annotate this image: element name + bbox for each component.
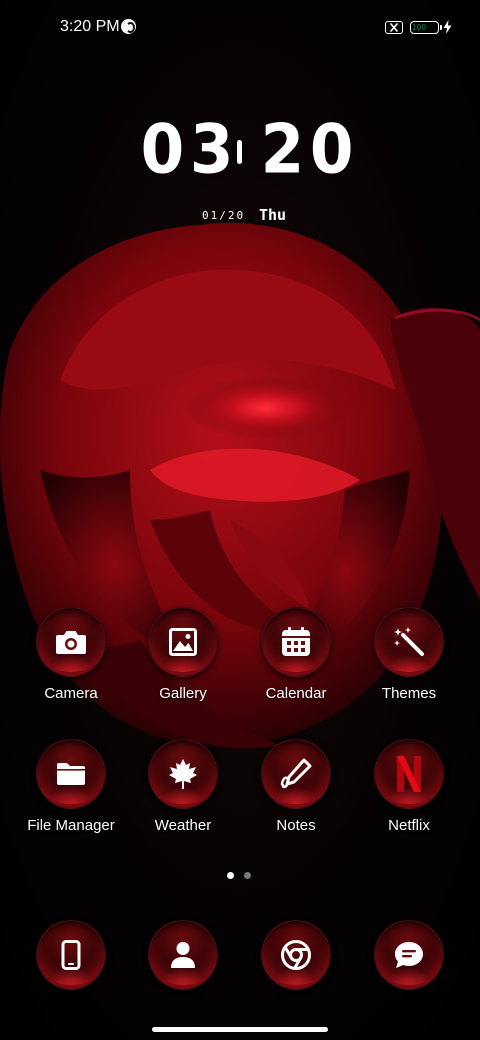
app-label: Weather <box>154 817 212 834</box>
dock-messages[interactable] <box>355 920 463 990</box>
dock <box>0 920 480 992</box>
page-dot-active[interactable] <box>227 872 234 879</box>
page-dot[interactable] <box>244 872 251 879</box>
no-sim-icon <box>385 21 403 34</box>
app-label: Camera <box>44 685 98 702</box>
app-label: File Manager <box>27 817 115 834</box>
clock-separator <box>237 140 242 164</box>
weather-leaf-icon <box>148 739 218 809</box>
dock-chrome[interactable] <box>242 920 350 990</box>
clock-hours: 03 <box>140 110 240 189</box>
clock-day: Thu <box>259 206 287 224</box>
app-netflix[interactable]: Netflix <box>355 739 463 834</box>
gallery-icon <box>148 607 218 677</box>
app-notification-icon <box>121 19 136 34</box>
app-label: Themes <box>381 685 437 702</box>
notes-pen-icon <box>261 739 331 809</box>
app-label: Netflix <box>388 817 430 834</box>
dock-phone[interactable] <box>17 920 125 990</box>
app-weather[interactable]: Weather <box>129 739 237 834</box>
messages-icon <box>374 920 444 990</box>
home-indicator[interactable] <box>152 1027 328 1032</box>
magic-wand-icon <box>374 607 444 677</box>
app-row: File Manager Weather Notes Netflix <box>0 739 480 871</box>
app-label: Calendar <box>265 685 327 702</box>
contacts-icon <box>148 920 218 990</box>
status-bar: 3:20 PM 100 <box>0 0 480 56</box>
clock-minutes: 20 <box>260 110 360 189</box>
dock-contacts[interactable] <box>129 920 237 990</box>
phone-icon <box>36 920 106 990</box>
app-camera[interactable]: Camera <box>17 607 125 702</box>
app-label: Notes <box>276 817 316 834</box>
app-grid: Camera Gallery Calendar Themes File Mana… <box>0 607 480 871</box>
app-file-manager[interactable]: File Manager <box>17 739 125 834</box>
folder-icon <box>36 739 106 809</box>
chrome-icon <box>261 920 331 990</box>
app-themes[interactable]: Themes <box>355 607 463 702</box>
camera-icon <box>36 607 106 677</box>
app-row: Camera Gallery Calendar Themes <box>0 607 480 739</box>
charging-icon <box>443 20 452 34</box>
netflix-icon <box>374 739 444 809</box>
clock-widget[interactable]: 03 20 01/20 Thu <box>0 110 480 240</box>
app-notes[interactable]: Notes <box>242 739 350 834</box>
app-label: Gallery <box>159 685 207 702</box>
app-gallery[interactable]: Gallery <box>129 607 237 702</box>
clock-date: 01/20 <box>202 209 246 222</box>
battery-icon: 100 <box>410 21 442 34</box>
calendar-icon <box>261 607 331 677</box>
app-calendar[interactable]: Calendar <box>242 607 350 702</box>
status-time: 3:20 PM <box>60 18 120 35</box>
